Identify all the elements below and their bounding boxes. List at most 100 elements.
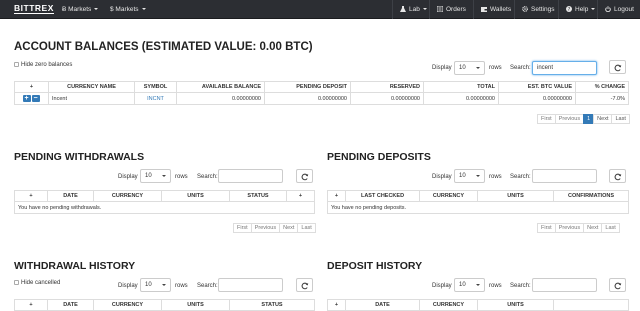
orders-label: Orders [446, 6, 466, 13]
column-header-pending-deposit[interactable]: PENDING DEPOSIT [264, 81, 351, 93]
refresh-icon [614, 282, 622, 290]
column-header-date[interactable]: DATE [47, 299, 94, 311]
deposits-search-input[interactable] [532, 169, 597, 183]
pagination-last[interactable]: Last [297, 223, 316, 233]
withdrawals-page-size-select[interactable]: 10 [140, 169, 171, 183]
pagination-first[interactable]: First [233, 223, 252, 233]
column-header-currency[interactable]: CURRENCY [93, 299, 162, 311]
column-header-total[interactable]: TOTAL [423, 81, 499, 93]
balances-table: + CURRENCY NAME SYMBOL AVAILABLE BALANCE… [14, 81, 629, 105]
column-header-last-checked[interactable]: LAST CHECKED [345, 190, 420, 202]
column-header-reserved[interactable]: RESERVED [350, 81, 424, 93]
search-label: Search: [510, 174, 531, 180]
column-header-symbol[interactable]: SYMBOL [134, 81, 177, 93]
row-actions: + − [14, 92, 49, 105]
empty-table-row: You have no pending withdrawals. [14, 201, 315, 214]
pagination-previous[interactable]: Previous [554, 114, 585, 124]
wallets-link[interactable]: Wallets [473, 0, 518, 19]
chevron-down-icon [141, 8, 146, 11]
column-header-currency[interactable]: CURRENCY [419, 299, 478, 311]
column-header-date[interactable]: DATE [47, 190, 94, 202]
balances-search-input[interactable]: incent [532, 61, 597, 75]
usd-markets-menu[interactable]: $ Markets [110, 0, 146, 19]
display-label: Display [432, 65, 452, 71]
deposit-history-search-input[interactable] [532, 278, 597, 292]
hide-zero-balances-toggle[interactable]: Hide zero balances [14, 62, 72, 68]
column-header-units[interactable]: UNITS [161, 299, 230, 311]
display-label: Display [432, 174, 452, 180]
withdrawal-history-refresh-button[interactable] [296, 278, 313, 292]
table-header-row: + DATE CURRENCY UNITS [327, 299, 629, 311]
hide-cancelled-toggle[interactable]: Hide cancelled [14, 280, 60, 286]
table-header-row: + LAST CHECKED CURRENCY UNITS CONFIRMATI… [327, 190, 629, 202]
settings-link[interactable]: Settings [514, 0, 562, 19]
brand-logo[interactable]: BITTREX [14, 4, 54, 14]
search-label: Search: [197, 174, 218, 180]
column-header-date[interactable]: DATE [345, 299, 420, 311]
gear-icon [522, 6, 528, 12]
deposit-history-page-size-select[interactable]: 10 [454, 278, 485, 292]
column-header-currency-name[interactable]: CURRENCY NAME [48, 81, 135, 93]
column-header-status[interactable]: STATUS [229, 299, 315, 311]
pagination-previous[interactable]: Previous [250, 223, 281, 233]
deposits-refresh-button[interactable] [609, 169, 626, 183]
hide-zero-checkbox[interactable] [14, 62, 19, 67]
svg-text:?: ? [568, 7, 571, 12]
logout-link[interactable]: Logout [597, 0, 640, 19]
chevron-down-icon [476, 284, 480, 286]
pagination-first[interactable]: First [537, 114, 556, 124]
pending-deposits-title: PENDING DEPOSITS [327, 151, 431, 163]
balances-page-size-select[interactable]: 10 [454, 61, 485, 75]
pagination-next[interactable]: Next [593, 114, 613, 124]
column-header-units[interactable]: UNITS [477, 190, 554, 202]
currency-name-cell: Incent [48, 92, 135, 105]
total-cell: 0.00000000 [423, 92, 499, 105]
withdraw-minus-button[interactable]: − [31, 95, 40, 102]
hide-cancelled-label: Hide cancelled [21, 280, 61, 286]
pagination-first[interactable]: First [537, 223, 556, 233]
deposit-plus-button[interactable]: + [22, 95, 31, 102]
chevron-down-icon [591, 8, 596, 11]
orders-link[interactable]: Orders [429, 0, 473, 19]
expand-column-header: + [14, 299, 48, 311]
deposits-pagination: First Previous Next Last [537, 223, 620, 233]
column-header-percent-change[interactable]: % CHANGE [575, 81, 629, 93]
pagination-next[interactable]: Next [583, 223, 603, 233]
column-header-units[interactable]: UNITS [477, 299, 554, 311]
deposits-page-size-select[interactable]: 10 [454, 169, 485, 183]
hide-zero-label: Hide zero balances [21, 62, 73, 68]
hide-cancelled-checkbox[interactable] [14, 280, 19, 285]
withdrawal-history-table: + DATE CURRENCY UNITS STATUS [14, 299, 315, 311]
withdrawal-history-page-size-select[interactable]: 10 [140, 278, 171, 292]
symbol-link[interactable]: INCNT [134, 92, 177, 105]
pagination-last[interactable]: Last [611, 114, 630, 124]
btc-markets-menu[interactable]: Ƀ Markets [62, 0, 99, 19]
column-header-available-balance[interactable]: AVAILABLE BALANCE [176, 81, 265, 93]
help-menu[interactable]: ? Help [558, 0, 602, 19]
page-size-value: 10 [459, 65, 466, 71]
deposit-history-refresh-button[interactable] [609, 278, 626, 292]
wallet-icon [481, 7, 487, 12]
rows-label: rows [175, 283, 188, 289]
pagination-previous[interactable]: Previous [554, 223, 585, 233]
withdrawals-refresh-button[interactable] [296, 169, 313, 183]
lab-menu[interactable]: Lab [392, 0, 434, 19]
column-header-est-btc-value[interactable]: EST. BTC VALUE [498, 81, 576, 93]
pagination-next[interactable]: Next [279, 223, 299, 233]
refresh-icon [301, 173, 309, 181]
top-navbar: BITTREX Ƀ Markets $ Markets Lab Orders W… [0, 0, 640, 19]
pagination-last[interactable]: Last [601, 223, 620, 233]
column-header-units[interactable]: UNITS [161, 190, 230, 202]
column-header-confirmations[interactable]: CONFIRMATIONS [553, 190, 629, 202]
column-header-status[interactable]: STATUS [229, 190, 287, 202]
pending-withdrawals-title: PENDING WITHDRAWALS [14, 151, 145, 163]
column-header-currency[interactable]: CURRENCY [419, 190, 478, 202]
power-icon [605, 6, 611, 12]
display-label: Display [118, 283, 138, 289]
withdrawal-history-search-input[interactable] [218, 278, 283, 292]
refresh-icon [301, 282, 309, 290]
balances-refresh-button[interactable] [609, 60, 626, 74]
page-size-value: 10 [459, 173, 466, 179]
withdrawals-search-input[interactable] [218, 169, 283, 183]
column-header-currency[interactable]: CURRENCY [93, 190, 162, 202]
